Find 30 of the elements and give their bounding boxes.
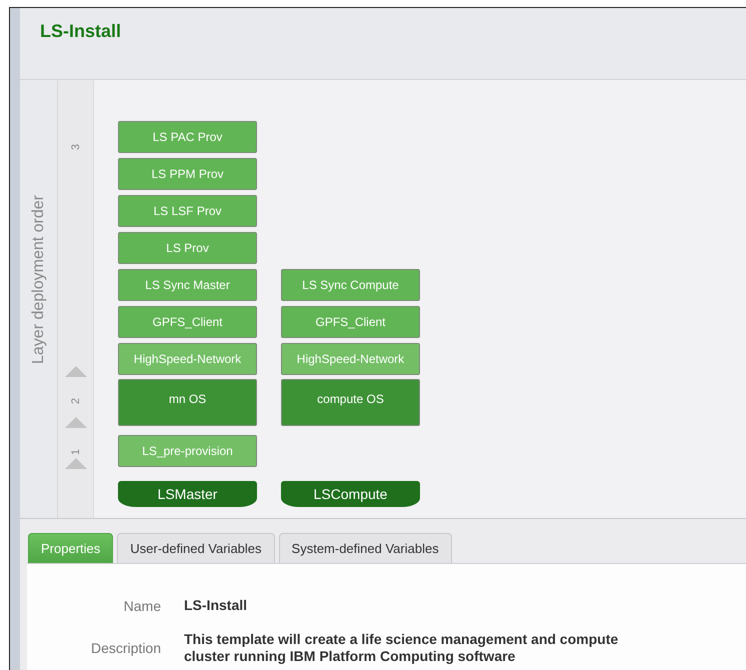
tab[interactable]: System-defined Variables: [278, 533, 452, 563]
template-title: LS-Install: [40, 21, 122, 41]
layer-node[interactable]: LS LSF Prov: [118, 195, 257, 227]
layer-node[interactable]: LS PPM Prov: [118, 158, 257, 190]
layer-node[interactable]: HighSpeed-Network: [281, 343, 420, 375]
layer-node[interactable]: LS PAC Prov: [118, 121, 257, 153]
axis-label: Layer deployment order: [30, 195, 48, 364]
layer-node[interactable]: GPFS_Client: [118, 306, 257, 338]
layer-number: 3: [70, 144, 82, 150]
layer-number: 2: [70, 398, 82, 404]
tab[interactable]: User-defined Variables: [117, 533, 275, 563]
layer-node[interactable]: LS Prov: [118, 232, 257, 264]
property-value: This template will create a life science management and compute cluster running IBM Platform Computing software: [184, 630, 620, 666]
tab[interactable]: Properties: [28, 533, 114, 563]
layer-node[interactable]: LS Sync Compute: [281, 269, 420, 301]
layer-node[interactable]: compute OS: [281, 379, 420, 426]
layer-node[interactable]: mn OS: [118, 379, 257, 426]
layer-node[interactable]: HighSpeed-Network: [118, 343, 257, 375]
property-value: LS-Install: [184, 597, 248, 614]
property-label: Description: [90, 640, 161, 656]
layer-number: 1: [70, 448, 82, 456]
layer-node[interactable]: LS_pre-provision: [118, 435, 257, 467]
up-arrow-icon[interactable]: [65, 458, 87, 469]
up-arrow-icon[interactable]: [65, 417, 87, 428]
host-node[interactable]: LSMaster: [118, 481, 257, 507]
layer-node[interactable]: LS Sync Master: [118, 269, 257, 301]
host-node[interactable]: LSCompute: [281, 481, 420, 507]
property-label: Name: [122, 598, 161, 614]
layer-node[interactable]: GPFS_Client: [281, 306, 420, 338]
up-arrow-icon[interactable]: [65, 366, 87, 377]
